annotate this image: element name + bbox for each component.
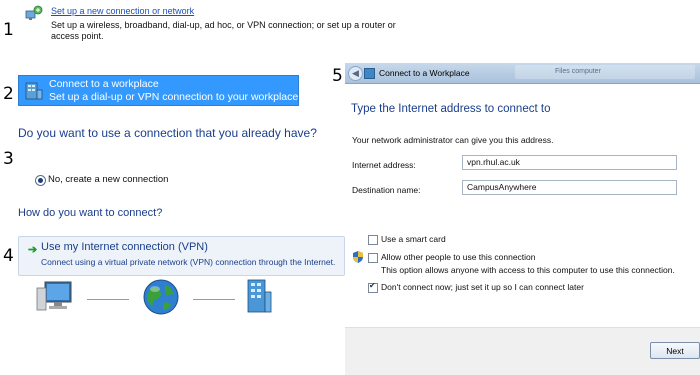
dialog-titlebar: ◀ Connect to a Workplace Files computer	[345, 63, 700, 84]
dont-connect-checkbox[interactable]	[368, 281, 378, 293]
smart-card-label[interactable]: Use a smart card	[381, 234, 446, 244]
step-number-4: 4	[3, 246, 14, 266]
connect-to-workplace-dialog: ◀ Connect to a Workplace Files computer …	[345, 63, 700, 375]
existing-connection-question: Do you want to use a connection that you…	[18, 126, 317, 140]
globe-icon	[143, 279, 179, 315]
new-connection-radio[interactable]	[35, 175, 46, 186]
computer-icon	[36, 281, 72, 311]
dialog-title: Connect to a Workplace	[379, 68, 470, 78]
green-arrow-icon: ➔	[28, 244, 38, 256]
admin-info-text: Your network administrator can give you …	[352, 135, 554, 145]
workplace-description: Set up a dial-up or VPN connection to yo…	[49, 91, 302, 103]
allow-others-label[interactable]: Allow other people to use this connectio…	[381, 252, 536, 262]
workplace-icon	[25, 82, 43, 100]
back-arrow-icon[interactable]: ◀	[348, 66, 363, 81]
connection-line-right	[193, 299, 235, 300]
internet-address-label: Internet address:	[352, 160, 416, 170]
background-tab-label: Files computer	[555, 68, 601, 75]
destination-name-label: Destination name:	[352, 185, 421, 195]
next-button[interactable]: Next	[650, 342, 700, 359]
server-icon	[247, 279, 272, 313]
setup-new-connection-description: Set up a wireless, broadband, dial-up, a…	[51, 20, 396, 41]
new-connection-radio-label[interactable]: No, create a new connection	[48, 174, 168, 185]
workplace-title: Connect to a workplace	[49, 78, 159, 90]
step-number-2: 2	[3, 84, 14, 104]
step-number-1: 1	[3, 20, 14, 40]
dialog-footer	[345, 327, 700, 375]
connection-line-left	[87, 299, 129, 300]
allow-others-description: This option allows anyone with access to…	[381, 265, 675, 275]
smart-card-checkbox[interactable]	[368, 235, 378, 245]
step-number-3: 3	[3, 149, 14, 169]
use-vpn-option[interactable]: ➔ Use my Internet connection (VPN) Conne…	[18, 236, 345, 276]
internet-address-input[interactable]: vpn.rhul.ac.uk	[462, 155, 677, 170]
setup-new-connection-link[interactable]: Set up a new connection or network	[51, 6, 194, 16]
network-setup-icon	[25, 5, 43, 20]
window-icon	[364, 68, 375, 79]
step-number-5: 5	[332, 66, 343, 86]
vpn-option-description: Connect using a virtual private network …	[41, 257, 336, 267]
dialog-heading: Type the Internet address to connect to	[351, 103, 551, 115]
dont-connect-label[interactable]: Don't connect now; just set it up so I c…	[381, 282, 584, 292]
connect-to-workplace-option[interactable]: Connect to a workplace Set up a dial-up …	[18, 75, 302, 106]
shield-icon	[353, 251, 363, 263]
background-tab	[515, 65, 695, 79]
how-to-connect-question: How do you want to connect?	[18, 207, 163, 219]
allow-others-checkbox[interactable]	[368, 253, 378, 263]
vpn-option-title: Use my Internet connection (VPN)	[41, 241, 208, 253]
destination-name-input[interactable]: CampusAnywhere	[462, 180, 677, 195]
